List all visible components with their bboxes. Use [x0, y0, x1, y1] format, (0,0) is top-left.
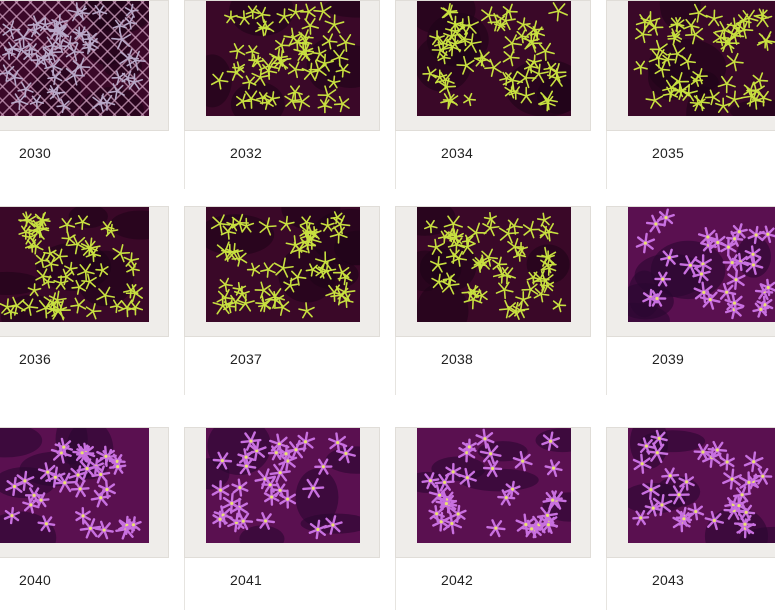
thumbnail-frame — [184, 427, 380, 558]
coral-photo-image — [206, 428, 360, 543]
photo-caption[interactable]: 2035 — [652, 145, 684, 161]
card-divider — [606, 131, 607, 189]
coral-photo-thumbnail[interactable] — [206, 207, 360, 322]
gallery-item[interactable]: 2040 — [0, 427, 169, 607]
gallery-item[interactable]: 2032 — [184, 0, 380, 189]
gallery-item[interactable]: 2030 — [0, 0, 169, 180]
card-divider — [395, 337, 396, 395]
coral-photo-thumbnail[interactable] — [0, 428, 149, 543]
coral-photo-image — [417, 1, 571, 116]
coral-photo-image — [206, 1, 360, 116]
coral-photo-thumbnail[interactable] — [206, 1, 360, 116]
thumbnail-frame — [395, 0, 591, 131]
gallery-item[interactable]: 2037 — [184, 206, 380, 395]
thumbnail-frame — [395, 427, 591, 558]
photo-caption[interactable]: 2037 — [230, 351, 262, 367]
coral-photo-thumbnail[interactable] — [206, 428, 360, 543]
thumbnail-frame — [606, 427, 775, 558]
thumbnail-frame — [395, 206, 591, 337]
card-divider — [606, 558, 607, 610]
gallery-item[interactable]: 2038 — [395, 206, 591, 395]
card-divider — [606, 337, 607, 395]
thumbnail-frame — [184, 206, 380, 337]
thumbnail-frame — [0, 206, 169, 337]
photo-caption[interactable]: 2034 — [441, 145, 473, 161]
coral-photo-image — [206, 207, 360, 322]
coral-photo-thumbnail[interactable] — [417, 428, 571, 543]
coral-photo-image — [628, 1, 775, 116]
card-divider — [184, 337, 185, 395]
card-divider — [395, 131, 396, 189]
card-divider — [184, 131, 185, 189]
coral-photo-image — [417, 428, 571, 543]
photo-caption[interactable]: 2038 — [441, 351, 473, 367]
photo-caption[interactable]: 2042 — [441, 572, 473, 588]
thumbnail-frame — [606, 0, 775, 131]
card-divider — [395, 558, 396, 610]
card-divider — [184, 558, 185, 610]
coral-photo-thumbnail[interactable] — [628, 1, 775, 116]
coral-photo-image — [0, 428, 149, 543]
thumbnail-frame — [606, 206, 775, 337]
coral-photo-thumbnail[interactable] — [628, 428, 775, 543]
coral-photo-image — [628, 207, 775, 322]
photo-caption[interactable]: 2030 — [19, 145, 51, 161]
gallery-item[interactable]: 2039 — [606, 206, 775, 395]
thumbnail-frame — [0, 427, 169, 558]
photo-caption[interactable]: 2039 — [652, 351, 684, 367]
photo-caption[interactable]: 2032 — [230, 145, 262, 161]
photo-caption[interactable]: 2041 — [230, 572, 262, 588]
photo-caption[interactable]: 2036 — [19, 351, 51, 367]
coral-photo-image — [0, 207, 149, 322]
photo-caption[interactable]: 2043 — [652, 572, 684, 588]
coral-photo-thumbnail[interactable] — [417, 207, 571, 322]
thumbnail-frame — [184, 0, 380, 131]
photo-caption[interactable]: 2040 — [19, 572, 51, 588]
gallery-item[interactable]: 2042 — [395, 427, 591, 610]
gallery-item[interactable]: 2035 — [606, 0, 775, 189]
gallery-item[interactable]: 2034 — [395, 0, 591, 189]
coral-photo-thumbnail[interactable] — [417, 1, 571, 116]
coral-photo-image — [0, 1, 149, 116]
coral-photo-image — [628, 428, 775, 543]
thumbnail-frame — [0, 0, 169, 131]
coral-photo-image — [417, 207, 571, 322]
coral-photo-thumbnail[interactable] — [628, 207, 775, 322]
gallery-item[interactable]: 2041 — [184, 427, 380, 610]
coral-photo-thumbnail[interactable] — [0, 1, 149, 116]
gallery-item[interactable]: 2036 — [0, 206, 169, 386]
coral-photo-thumbnail[interactable] — [0, 207, 149, 322]
gallery-item[interactable]: 2043 — [606, 427, 775, 610]
photo-gallery-grid: 2030 2032 2034 2035 2036 2037 2038 2039 2040 2041… — [0, 0, 775, 610]
